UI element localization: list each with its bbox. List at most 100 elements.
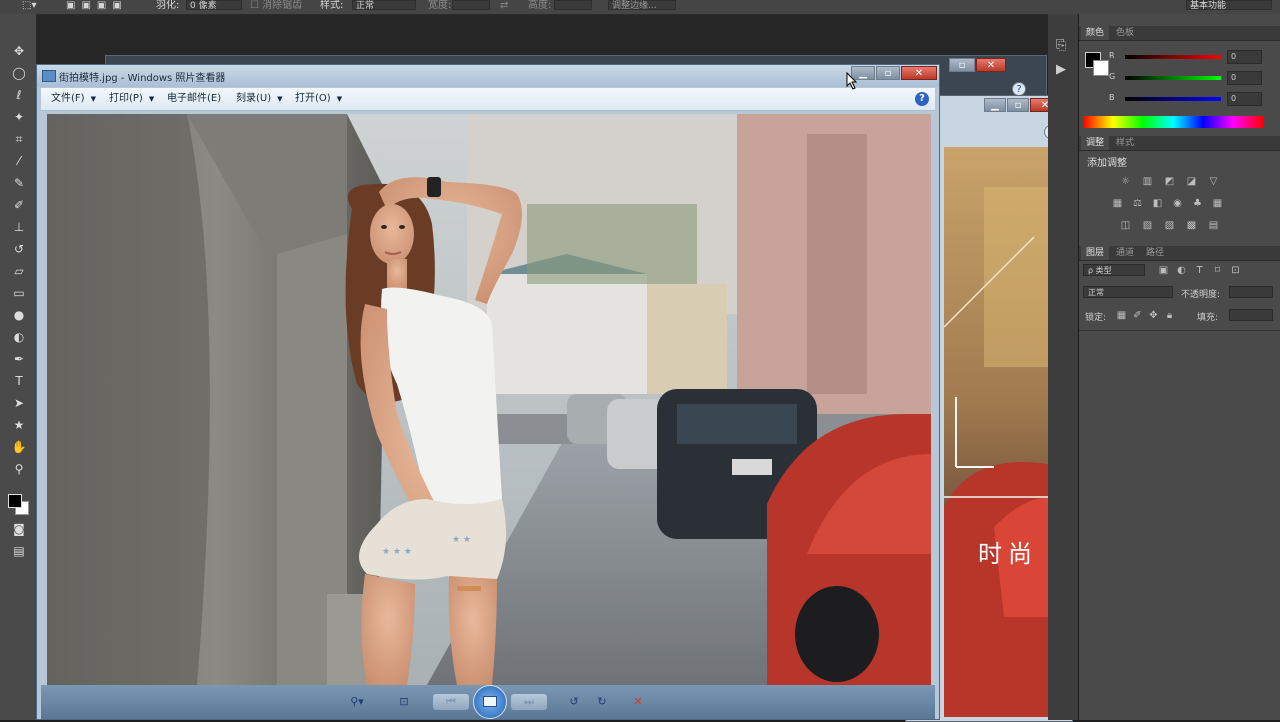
actions-play-icon[interactable]: ▶ [1056, 62, 1066, 77]
vibrance-icon[interactable]: ▽ [1207, 176, 1220, 187]
delete-icon[interactable]: ✕ [629, 694, 647, 710]
magic-wand-icon[interactable]: ✦ [9, 108, 29, 126]
blend-mode-select[interactable]: 正常 [1083, 286, 1173, 298]
menu-burn[interactable]: 刻录(U) ▼ [236, 92, 283, 106]
rotate-left-icon[interactable]: ↺ [565, 694, 583, 710]
adjustment-filter-icon[interactable]: ◐ [1175, 265, 1188, 276]
path-select-icon[interactable]: ➤ [9, 394, 29, 412]
marquee-tool-icon[interactable]: ◯ [9, 64, 29, 82]
shape-filter-icon[interactable]: ⌑ [1211, 265, 1224, 276]
eraser-icon[interactable]: ▱ [9, 262, 29, 280]
tab-adjustments[interactable]: 调整 [1081, 136, 1110, 150]
stamp-tool-icon[interactable]: ⊥ [9, 218, 29, 236]
history-panel-icon[interactable]: ⎘ [1056, 38, 1066, 53]
healing-brush-icon[interactable]: ✎ [9, 174, 29, 192]
color-lookup-icon[interactable]: ▦ [1211, 198, 1224, 209]
red-value[interactable]: 0 [1227, 50, 1262, 64]
green-value[interactable]: 0 [1227, 71, 1262, 85]
feather-input[interactable]: 0 像素 [186, 0, 242, 11]
pen-tool-icon[interactable]: ✒ [9, 350, 29, 368]
history-brush-icon[interactable]: ↺ [9, 240, 29, 258]
threshold-icon[interactable]: ▧ [1163, 220, 1176, 231]
close-button[interactable]: ✕ [901, 66, 937, 80]
quick-mask-icon[interactable]: ◙ [9, 520, 29, 538]
style-select[interactable]: 正常 [352, 0, 416, 11]
tab-swatches[interactable]: 色板 [1111, 26, 1139, 40]
viewer-titlebar[interactable]: 街拍模特.jpg - Windows 照片查看器 ▁ ▫ ✕ [37, 65, 939, 87]
close-button[interactable]: ✕ [976, 58, 1006, 72]
width-input[interactable] [452, 0, 490, 10]
color-balance-icon[interactable]: ⚖ [1131, 198, 1144, 209]
tab-channels[interactable]: 通道 [1111, 246, 1139, 260]
green-bar[interactable] [1125, 76, 1221, 80]
workspace-select[interactable]: 基本功能 [1186, 0, 1272, 11]
swap-icon[interactable]: ⇄ [500, 0, 508, 12]
exposure-icon[interactable]: ◪ [1185, 176, 1198, 187]
black-white-icon[interactable]: ◧ [1151, 198, 1164, 209]
zoom-icon[interactable]: ⚲▾ [343, 694, 371, 710]
foreground-color-swatch[interactable] [8, 494, 22, 508]
smart-object-filter-icon[interactable]: ⊡ [1229, 265, 1242, 276]
maximize-button[interactable]: ▫ [949, 58, 975, 72]
crop-tool-icon[interactable]: ⌗ [9, 130, 29, 148]
tab-paths[interactable]: 路径 [1141, 246, 1169, 260]
levels-icon[interactable]: ▥ [1141, 176, 1154, 187]
shape-tool-icon[interactable]: ★ [9, 416, 29, 434]
help-icon[interactable]: ? [915, 92, 929, 106]
type-filter-icon[interactable]: T [1193, 265, 1206, 276]
lock-position-icon[interactable]: ✥ [1147, 310, 1160, 321]
slideshow-button[interactable] [473, 685, 507, 719]
marquee-icon[interactable]: ⬚▾ [22, 0, 36, 12]
fill-input[interactable] [1229, 309, 1273, 321]
gradient-tool-icon[interactable]: ▭ [9, 284, 29, 302]
blue-bar[interactable] [1125, 97, 1221, 101]
menu-file[interactable]: 文件(F) ▼ [51, 92, 96, 106]
curves-icon[interactable]: ◩ [1163, 176, 1176, 187]
dodge-tool-icon[interactable]: ◐ [9, 328, 29, 346]
red-bar[interactable] [1125, 55, 1221, 59]
rotate-right-icon[interactable]: ↻ [593, 694, 611, 710]
brush-tool-icon[interactable]: ✐ [9, 196, 29, 214]
photo-filter-icon[interactable]: ◉ [1171, 198, 1184, 209]
maximize-button[interactable]: ▫ [876, 66, 900, 80]
tab-styles[interactable]: 样式 [1111, 136, 1139, 150]
posterize-icon[interactable]: ▨ [1141, 220, 1154, 231]
zoom-tool-icon[interactable]: ⚲ [9, 460, 29, 478]
lock-transparent-icon[interactable]: ▦ [1115, 310, 1128, 321]
height-input[interactable] [554, 0, 592, 10]
screen-mode-icon[interactable]: ▤ [9, 542, 29, 560]
pixel-filter-icon[interactable]: ▣ [1157, 265, 1170, 276]
gradient-map-icon[interactable]: ▩ [1185, 220, 1198, 231]
blur-tool-icon[interactable]: ● [9, 306, 29, 324]
minimize-button[interactable]: ▁ [984, 98, 1006, 112]
selective-color-icon[interactable]: ▤ [1207, 220, 1220, 231]
lock-paint-icon[interactable]: ✐ [1131, 310, 1144, 321]
opacity-input[interactable] [1229, 286, 1273, 298]
color-spectrum-bar[interactable] [1083, 116, 1263, 128]
next-icon[interactable]: ⏭ [511, 694, 547, 710]
eyedropper-icon[interactable]: ⁄ [9, 152, 29, 170]
actual-size-icon[interactable]: ⊡ [393, 694, 415, 710]
selection-mode-icons[interactable]: ▣▣▣▣ [66, 0, 128, 12]
maximize-button[interactable]: ▫ [1007, 98, 1029, 112]
lock-all-icon[interactable]: 🔒︎ [1163, 310, 1176, 321]
antialias-checkbox[interactable]: ☐ 消除锯齿 [250, 0, 302, 12]
layer-kind-filter[interactable]: ρ 类型 [1083, 264, 1145, 276]
type-tool-icon[interactable]: T [9, 372, 29, 390]
brightness-icon[interactable]: ☼ [1119, 176, 1132, 187]
menu-print[interactable]: 打印(P) ▼ [109, 92, 154, 106]
background-swatch[interactable] [1093, 60, 1109, 76]
hand-tool-icon[interactable]: ✋ [9, 438, 29, 456]
lasso-tool-icon[interactable]: ℓ [9, 86, 29, 104]
tab-color[interactable]: 颜色 [1081, 26, 1110, 40]
previous-icon[interactable]: ⏮ [433, 694, 469, 710]
tab-layers[interactable]: 图层 [1081, 246, 1110, 260]
channel-mixer-icon[interactable]: ♣ [1191, 198, 1204, 209]
blue-value[interactable]: 0 [1227, 92, 1262, 106]
invert-icon[interactable]: ◫ [1119, 220, 1132, 231]
move-tool-icon[interactable]: ✥ [9, 42, 29, 60]
refine-edge-button[interactable]: 调整边缘... [608, 0, 676, 11]
menu-email[interactable]: 电子邮件(E) [167, 92, 221, 106]
hue-saturation-icon[interactable]: ▦ [1111, 198, 1124, 209]
menu-open[interactable]: 打开(O) ▼ [295, 92, 342, 106]
